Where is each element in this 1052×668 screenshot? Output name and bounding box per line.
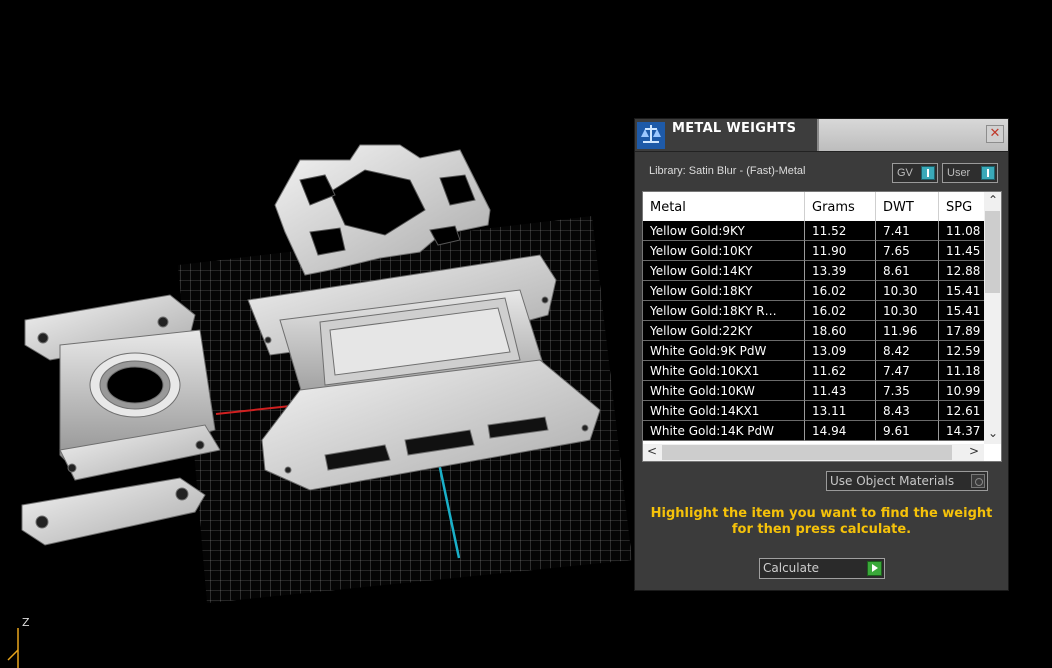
cell-spg: 12.88 <box>939 261 984 281</box>
scroll-left-icon[interactable]: < <box>647 444 657 458</box>
cell-grams: 11.43 <box>805 381 876 401</box>
cell-metal: Yellow Gold:10KY <box>643 241 805 261</box>
horizontal-scrollbar[interactable]: < > <box>643 444 984 461</box>
axis-z-label: Z <box>22 616 30 629</box>
panel-title: METAL WEIGHTS <box>672 121 797 136</box>
instruction-text: Highlight the item you want to find the … <box>650 506 993 537</box>
cell-metal: White Gold:10KX1 <box>643 361 805 381</box>
calculate-label: Calculate <box>763 561 820 575</box>
table-row[interactable]: Yellow Gold:10KY 11.90 7.65 11.45 <box>643 241 984 261</box>
cell-grams: 11.90 <box>805 241 876 261</box>
cell-metal: Yellow Gold:22KY <box>643 321 805 341</box>
cell-dwt: 8.61 <box>876 261 939 281</box>
cell-dwt: 7.41 <box>876 221 939 241</box>
cell-dwt: 7.47 <box>876 361 939 381</box>
cell-metal: White Gold:14KX1 <box>643 401 805 421</box>
toggle-switch-icon <box>921 166 935 180</box>
cell-dwt: 7.35 <box>876 381 939 401</box>
table-row[interactable]: White Gold:10KX1 11.62 7.47 11.18 <box>643 361 984 381</box>
axis-gizmo <box>7 628 19 668</box>
cell-dwt: 10.30 <box>876 301 939 321</box>
table-row[interactable]: White Gold:14K PdW 14.94 9.61 14.37 <box>643 421 984 441</box>
cell-spg: 11.18 <box>939 361 984 381</box>
table-row[interactable]: White Gold:10KW 11.43 7.35 10.99 <box>643 381 984 401</box>
cell-metal: White Gold:10KW <box>643 381 805 401</box>
cell-grams: 16.02 <box>805 301 876 321</box>
ring-holder-model <box>24 294 221 481</box>
cell-spg: 12.59 <box>939 341 984 361</box>
cell-dwt: 8.43 <box>876 401 939 421</box>
cell-spg: 15.41 <box>939 301 984 321</box>
cell-dwt: 11.96 <box>876 321 939 341</box>
title-tab: METAL WEIGHTS <box>635 119 819 151</box>
table-row[interactable]: Yellow Gold:14KY 13.39 8.61 12.88 <box>643 261 984 281</box>
user-toggle-label: User <box>947 167 971 179</box>
table-row[interactable]: Yellow Gold:18KY 16.02 10.30 15.41 <box>643 281 984 301</box>
user-toggle[interactable]: User <box>942 163 998 183</box>
cell-grams: 13.09 <box>805 341 876 361</box>
cell-grams: 16.02 <box>805 281 876 301</box>
cell-spg: 15.41 <box>939 281 984 301</box>
cell-dwt: 7.65 <box>876 241 939 261</box>
cell-spg: 14.37 <box>939 421 984 441</box>
cell-grams: 14.94 <box>805 421 876 441</box>
vertical-scrollbar[interactable]: ⌃ ⌄ <box>984 192 1001 444</box>
table-row[interactable]: Yellow Gold:9KY 11.52 7.41 11.08 <box>643 221 984 241</box>
cell-spg: 17.89 <box>939 321 984 341</box>
scroll-right-icon[interactable]: > <box>969 444 979 458</box>
cell-dwt: 9.61 <box>876 421 939 441</box>
table-body: Metal Grams DWT SPG Yellow Gold:9KY 11.52… <box>643 192 984 444</box>
scroll-up-icon[interactable]: ⌃ <box>988 193 998 207</box>
cell-grams: 13.11 <box>805 401 876 421</box>
cell-spg: 11.08 <box>939 221 984 241</box>
column-header-spg[interactable]: SPG <box>939 192 984 221</box>
gv-toggle[interactable]: GV <box>892 163 938 183</box>
horizontal-scroll-thumb[interactable] <box>662 445 952 460</box>
cell-metal: White Gold:14K PdW <box>643 421 805 441</box>
link-model <box>21 477 206 546</box>
column-header-grams[interactable]: Grams <box>805 192 876 221</box>
cell-metal: Yellow Gold:9KY <box>643 221 805 241</box>
table-row[interactable]: White Gold:9K PdW 13.09 8.42 12.59 <box>643 341 984 361</box>
cell-dwt: 8.42 <box>876 341 939 361</box>
column-header-metal[interactable]: Metal <box>643 192 805 221</box>
cell-metal: Yellow Gold:18KY R… <box>643 301 805 321</box>
table-row[interactable]: Yellow Gold:22KY 18.60 11.96 17.89 <box>643 321 984 341</box>
scale-icon <box>637 122 665 149</box>
scroll-down-icon[interactable]: ⌄ <box>988 426 998 440</box>
cell-grams: 13.39 <box>805 261 876 281</box>
table-row[interactable]: Yellow Gold:18KY R… 16.02 10.30 15.41 <box>643 301 984 321</box>
cell-grams: 18.60 <box>805 321 876 341</box>
vertical-scroll-thumb[interactable] <box>985 211 1000 293</box>
calculate-button[interactable]: Calculate <box>759 558 885 579</box>
close-button[interactable]: ✕ <box>986 125 1004 143</box>
cell-metal: Yellow Gold:14KY <box>643 261 805 281</box>
table-row[interactable]: White Gold:14KX1 13.11 8.43 12.61 <box>643 401 984 421</box>
cell-grams: 11.62 <box>805 361 876 381</box>
cell-dwt: 10.30 <box>876 281 939 301</box>
toggle-switch-icon <box>981 166 995 180</box>
checkbox-icon <box>971 474 985 488</box>
cell-metal: White Gold:9K PdW <box>643 341 805 361</box>
metal-table: Metal Grams DWT SPG Yellow Gold:9KY 11.52… <box>642 191 1002 462</box>
title-bar[interactable]: METAL WEIGHTS ✕ <box>635 119 1008 152</box>
cell-spg: 12.61 <box>939 401 984 421</box>
cell-grams: 11.52 <box>805 221 876 241</box>
cell-metal: Yellow Gold:18KY <box>643 281 805 301</box>
use-object-materials-checkbox[interactable]: Use Object Materials <box>826 471 988 491</box>
column-header-dwt[interactable]: DWT <box>876 192 939 221</box>
library-label: Library: Satin Blur - (Fast)-Metal <box>649 165 806 177</box>
metal-weights-panel: METAL WEIGHTS ✕ Library: Satin Blur - (F… <box>634 118 1009 591</box>
use-object-materials-label: Use Object Materials <box>830 474 955 488</box>
cell-spg: 11.45 <box>939 241 984 261</box>
gv-toggle-label: GV <box>897 167 913 179</box>
cell-spg: 10.99 <box>939 381 984 401</box>
play-arrow-icon <box>867 561 882 576</box>
